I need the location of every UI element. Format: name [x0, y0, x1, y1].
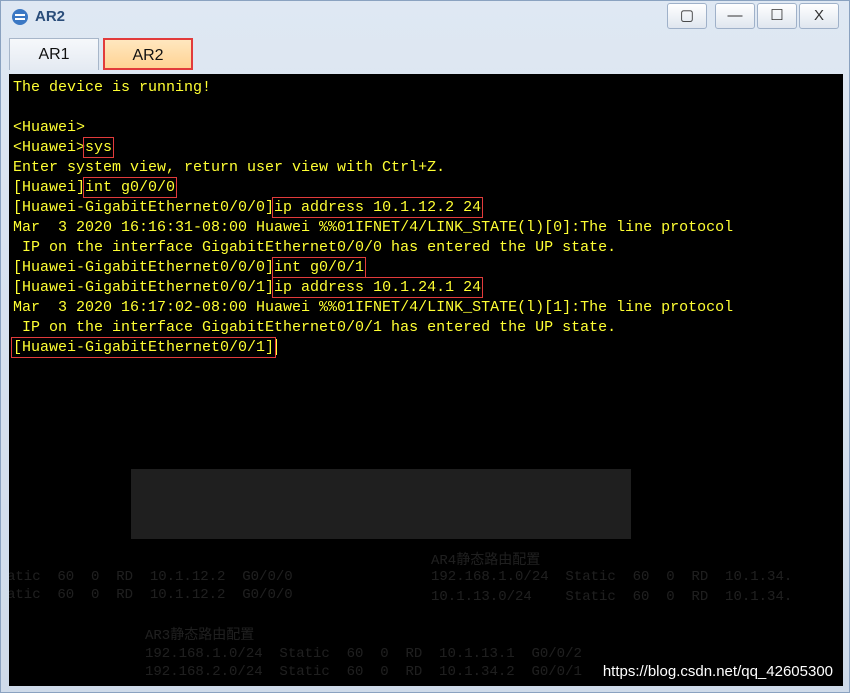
tab-ar2-label: AR2: [132, 47, 164, 64]
watermark-url: https://blog.csdn.net/qq_42605300: [602, 663, 833, 680]
terminal-line: <Huawei>: [13, 118, 733, 138]
minimize-icon: —: [727, 7, 743, 24]
current-prompt: [Huawei-GigabitEthernet0/0/1]: [10, 337, 277, 358]
console-terminal[interactable]: AR2静态路由配置 192.168.1.0/24 Static 60 0 RD …: [9, 74, 843, 686]
terminal-line: Mar 3 2020 16:17:02-08:00 Huawei %%01IFN…: [13, 298, 733, 318]
restore-icon: ▢: [679, 7, 695, 24]
prompt-text: [Huawei-GigabitEthernet0/0/0]: [13, 259, 275, 276]
tab-ar1[interactable]: AR1: [9, 38, 99, 70]
terminal-line: <Huawei>sys: [13, 137, 733, 158]
terminal-line: IP on the interface GigabitEthernet0/0/0…: [13, 238, 733, 258]
ar3-static-row-2: 192.168.2.0/24 Static 60 0 RD 10.1.34.2 …: [145, 664, 582, 680]
highlighted-command: ip address 10.1.24.1 24: [272, 277, 484, 298]
ar2-static-title: AR2静态路由配置: [135, 478, 245, 494]
terminal-line: [Huawei-GigabitEthernet0/0/0]ip address …: [13, 197, 733, 218]
ar4-static-row-1: 192.168.1.0/24 Static 60 0 RD 10.1.34.: [431, 569, 793, 585]
ar2-static-row-2: 192.168.2.0/24 Static 60 0 RD 10.1.24.2 …: [135, 514, 572, 530]
prompt-text: [Huawei]: [13, 179, 86, 196]
close-button[interactable]: X: [799, 3, 839, 29]
router-app-icon: [12, 9, 28, 25]
ar4-static-title: AR4静态路由配置: [431, 553, 541, 569]
terminal-output: The device is running! <Huawei> <Huawei>…: [10, 78, 733, 358]
highlighted-command: ip address 10.1.12.2 24: [272, 197, 484, 218]
prompt-text: [Huawei-GigabitEthernet0/0/0]: [13, 199, 275, 216]
window-title: AR2: [35, 8, 66, 25]
title-bar[interactable]: AR2 ▢ — ☐ X: [1, 1, 849, 33]
terminal-window: AR2 ▢ — ☐ X AR1 AR2 AR2静态路由配置 192.168.1.…: [0, 0, 850, 693]
ar3-static-title: AR3静态路由配置: [145, 628, 255, 644]
prompt-text: <Huawei>: [13, 119, 86, 136]
ar4-static-row-2: 10.1.13.0/24 Static 60 0 RD 10.1.34.: [431, 589, 793, 605]
terminal-line: [Huawei-GigabitEthernet0/0/1]: [10, 337, 733, 358]
terminal-line: Enter system view, return user view with…: [13, 158, 733, 178]
terminal-line: The device is running!: [13, 78, 733, 98]
terminal-line: [Huawei-GigabitEthernet0/0/0]int g0/0/1: [13, 257, 733, 278]
ar2-static-row-1: 192.168.1.0/24 Static 60 0 RD 10.1.12.1 …: [135, 496, 572, 512]
terminal-line: [Huawei]int g0/0/0: [13, 177, 733, 198]
highlighted-command: sys: [83, 137, 115, 158]
terminal-line: IP on the interface GigabitEthernet0/0/1…: [13, 318, 733, 338]
highlighted-command: int g0/0/0: [83, 177, 178, 198]
device-tab-bar: AR1 AR2: [5, 36, 845, 72]
line-text: The device is running!: [13, 79, 212, 96]
prompt-text: <Huawei>: [13, 139, 86, 156]
highlighted-command: int g0/0/1: [272, 257, 367, 278]
line-text: Enter system view, return user view with…: [13, 159, 446, 176]
tab-ar2[interactable]: AR2: [103, 38, 193, 70]
left-static-row-1: atic 60 0 RD 10.1.12.2 G0/0/0: [9, 569, 293, 585]
line-text: Mar 3 2020 16:16:31-08:00 Huawei %%01IFN…: [13, 219, 734, 236]
left-static-row-2: atic 60 0 RD 10.1.12.2 G0/0/0: [9, 587, 293, 603]
terminal-line: [Huawei-GigabitEthernet0/0/1]ip address …: [13, 277, 733, 298]
prompt-text: [Huawei-GigabitEthernet0/0/1]: [13, 279, 275, 296]
close-icon: X: [813, 7, 824, 24]
minimize-button[interactable]: —: [715, 3, 755, 29]
tab-ar1-label: AR1: [38, 46, 70, 63]
restore-button[interactable]: ▢: [667, 3, 707, 29]
maximize-icon: ☐: [770, 7, 784, 24]
text-cursor: [276, 339, 278, 356]
maximize-button[interactable]: ☐: [757, 3, 797, 29]
terminal-line: Mar 3 2020 16:16:31-08:00 Huawei %%01IFN…: [13, 218, 733, 238]
line-text: Mar 3 2020 16:17:02-08:00 Huawei %%01IFN…: [13, 299, 734, 316]
line-text: IP on the interface GigabitEthernet0/0/0…: [13, 239, 617, 256]
line-text: IP on the interface GigabitEthernet0/0/1…: [13, 319, 617, 336]
ar3-static-row-1: 192.168.1.0/24 Static 60 0 RD 10.1.13.1 …: [145, 646, 582, 662]
